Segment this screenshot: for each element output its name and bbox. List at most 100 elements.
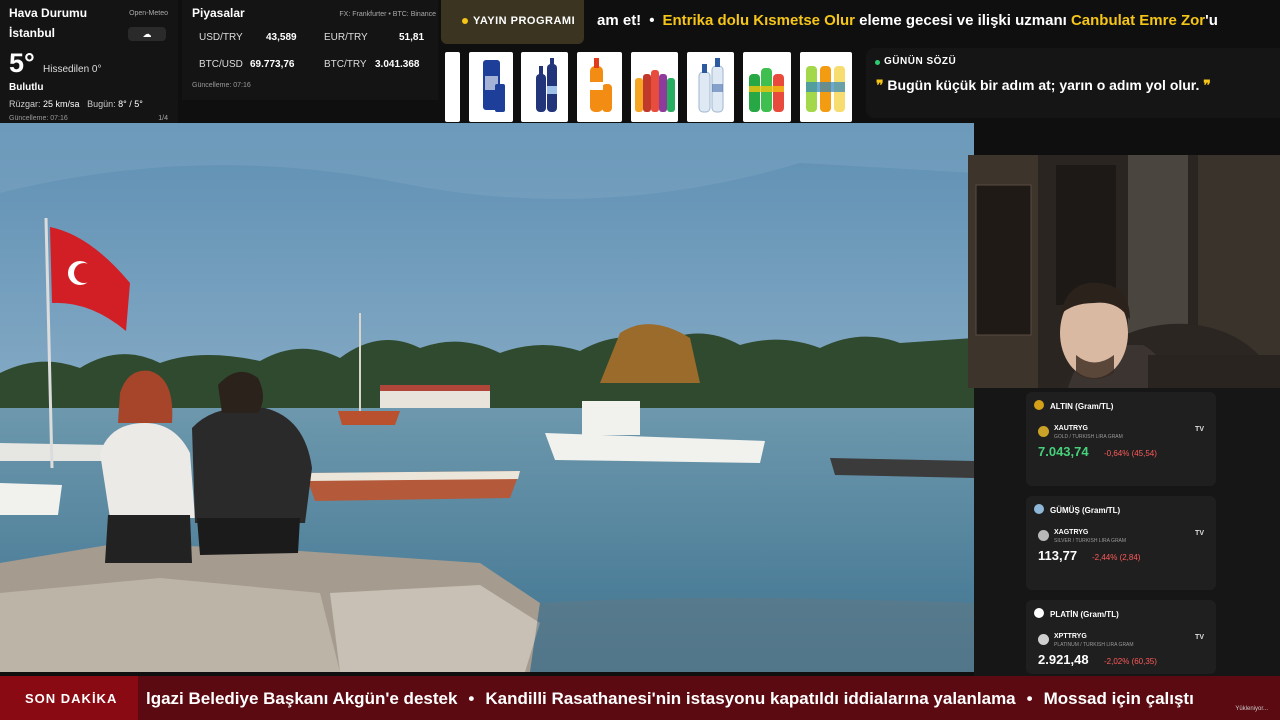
news-item: lgazi Belediye Başkanı Akgün'e destek — [146, 689, 458, 708]
metal-subtitle: SILVER / TURKISH LIRA GRAM — [1054, 538, 1127, 544]
weather-wind: Rüzgar: 25 km/sa Bugün: 8° / 5° — [9, 99, 143, 109]
weather-condition: Bulutlu — [9, 82, 44, 93]
ticker-text: 'u — [1205, 12, 1218, 29]
quote-open-mark: ❞ — [876, 77, 884, 93]
gold-coin-icon — [1038, 426, 1049, 437]
metal-name: GÜMÜŞ (Gram/TL) — [1050, 506, 1121, 515]
metal-price: 7.043,74 — [1038, 444, 1089, 459]
top-ticker: am et! • Entrika dolu Kısmetse Olur eleme … — [587, 0, 1280, 44]
market-value: 43,589 — [266, 32, 297, 43]
medal-icon — [1034, 608, 1044, 618]
metal-change: -2,02% (60,35) — [1104, 657, 1157, 666]
quote-body: Bugün küçük bir adım at; yarın o adım yo… — [883, 77, 1204, 93]
market-row: EUR/TRY 51,81 — [324, 32, 434, 43]
breaking-news-bar: SON DAKİKA lgazi Belediye Başkanı Akgün'… — [0, 676, 1280, 720]
metal-symbol: XAUTRYG — [1054, 425, 1088, 432]
news-separator: • — [468, 689, 475, 708]
today-value: 8° / 5° — [118, 99, 143, 109]
bottle-icon — [536, 58, 557, 112]
wind-value: 25 km/sa — [43, 99, 80, 109]
weather-temp: 5° — [9, 48, 35, 78]
top-ticker-track: am et! • Entrika dolu Kısmetse Olur eleme … — [597, 12, 1218, 29]
ticker-text: am et! — [597, 12, 642, 29]
cloud-icon: ☁ — [128, 27, 166, 41]
bottle-icon — [590, 58, 612, 112]
product-strip — [445, 52, 852, 122]
market-row: BTC/USD 69.773,76 — [199, 59, 319, 70]
metal-change: -0,64% (45,54) — [1104, 449, 1157, 458]
watermark: Yükleniyor... — [1235, 706, 1268, 712]
product-tile — [800, 52, 852, 122]
quote-close-mark: ❞ — [1203, 77, 1211, 93]
today-label: Bugün: — [87, 99, 116, 109]
market-value: 51,81 — [399, 32, 425, 43]
breaking-tag-label: SON DAKİKA — [25, 691, 118, 706]
weather-feels: Hissedilen 0° — [43, 64, 102, 75]
product-tile — [687, 52, 734, 122]
tradingview-icon[interactable]: TV — [1195, 530, 1204, 537]
market-row: USD/TRY 43,589 — [199, 32, 309, 43]
product-tile — [631, 52, 678, 122]
bottle-icon — [698, 58, 724, 113]
quote-label: GÜNÜN SÖZÜ — [884, 56, 957, 67]
ticker-separator: • — [649, 12, 655, 29]
medal-icon — [1034, 400, 1044, 410]
quote-dot-icon — [875, 60, 880, 65]
can-icon — [483, 60, 505, 112]
metal-card-gold: ALTIN (Gram/TL) XAUTRYG GOLD / TURKISH L… — [1026, 392, 1216, 486]
video-player[interactable] — [0, 123, 974, 672]
news-separator: • — [1026, 689, 1033, 708]
bottle-icon — [806, 66, 845, 112]
webcam-feed — [968, 155, 1280, 388]
stream-overlay: Hava Durumu Open-Meteo İstanbul ☁ 5° His… — [0, 0, 1280, 720]
metal-symbol: XPTTRYG — [1054, 633, 1087, 640]
weather-source: Open-Meteo — [129, 10, 168, 17]
market-row: BTC/TRY 3.041.368 — [324, 59, 434, 70]
quote-text: ❞ Bugün küçük bir adım at; yarın o adım … — [876, 77, 1211, 94]
metal-subtitle: PLATINUM / TURKISH LIRA GRAM — [1054, 642, 1134, 648]
metal-card-silver: GÜMÜŞ (Gram/TL) XAGTRYG SILVER / TURKISH… — [1026, 496, 1216, 590]
program-button[interactable]: YAYIN PROGRAMI — [441, 0, 584, 44]
product-tile — [577, 52, 622, 122]
metal-change: -2,44% (2,84) — [1092, 553, 1141, 562]
markets-widget: Piyasalar FX: Frankfurter • BTC: Binance… — [182, 0, 438, 100]
medal-icon — [1034, 504, 1044, 514]
breaking-ticker: lgazi Belediye Başkanı Akgün'e destek • Ka… — [146, 689, 1194, 709]
market-value: 69.773,76 — [250, 59, 295, 70]
metal-price: 113,77 — [1038, 548, 1078, 563]
wind-label: Rüzgar: — [9, 99, 41, 109]
quote-panel: GÜNÜN SÖZÜ ❞ Bugün küçük bir adım at; ya… — [866, 48, 1280, 118]
market-label: BTC/TRY — [324, 59, 367, 70]
market-value: 3.041.368 — [375, 59, 420, 70]
ticker-highlight: Entrika dolu Kısmetse Olur — [662, 12, 855, 29]
product-tile — [743, 52, 791, 122]
product-tile — [521, 52, 568, 122]
program-label: YAYIN PROGRAMI — [473, 15, 576, 27]
markets-updated: Güncelleme: 07:16 — [192, 82, 251, 89]
bottle-icon — [635, 70, 675, 112]
tradingview-icon[interactable]: TV — [1195, 426, 1204, 433]
metal-card-platinum: PLATİN (Gram/TL) XPTTRYG PLATINUM / TURK… — [1026, 600, 1216, 674]
metal-name: ALTIN (Gram/TL) — [1050, 402, 1114, 411]
product-tile — [469, 52, 513, 122]
metal-name: PLATİN (Gram/TL) — [1050, 610, 1119, 619]
markets-source: FX: Frankfurter • BTC: Binance — [339, 11, 436, 18]
ticker-text: eleme gecesi ve ilişki uzmanı — [855, 12, 1071, 29]
bottle-icon — [749, 68, 784, 112]
webcam-frame — [968, 155, 1280, 388]
product-tile — [445, 52, 460, 122]
program-dot-icon — [462, 18, 468, 24]
news-item: Mossad için çalıştı — [1043, 689, 1194, 708]
platinum-coin-icon — [1038, 634, 1049, 645]
silver-coin-icon — [1038, 530, 1049, 541]
news-item: Kandilli Rasathanesi'nin istasyonu kapat… — [485, 689, 1016, 708]
ticker-highlight: Canbulat Emre Zor — [1070, 12, 1206, 29]
market-label: USD/TRY — [199, 32, 243, 43]
weather-page: 1/4 — [158, 115, 168, 122]
metal-subtitle: GOLD / TURKISH LIRA GRAM — [1054, 434, 1123, 440]
weather-widget: Hava Durumu Open-Meteo İstanbul ☁ 5° His… — [0, 0, 178, 126]
metal-symbol: XAGTRYG — [1054, 529, 1089, 536]
weather-updated: Güncelleme: 07:16 — [9, 115, 68, 122]
video-frame — [0, 123, 974, 672]
tradingview-icon[interactable]: TV — [1195, 634, 1204, 641]
